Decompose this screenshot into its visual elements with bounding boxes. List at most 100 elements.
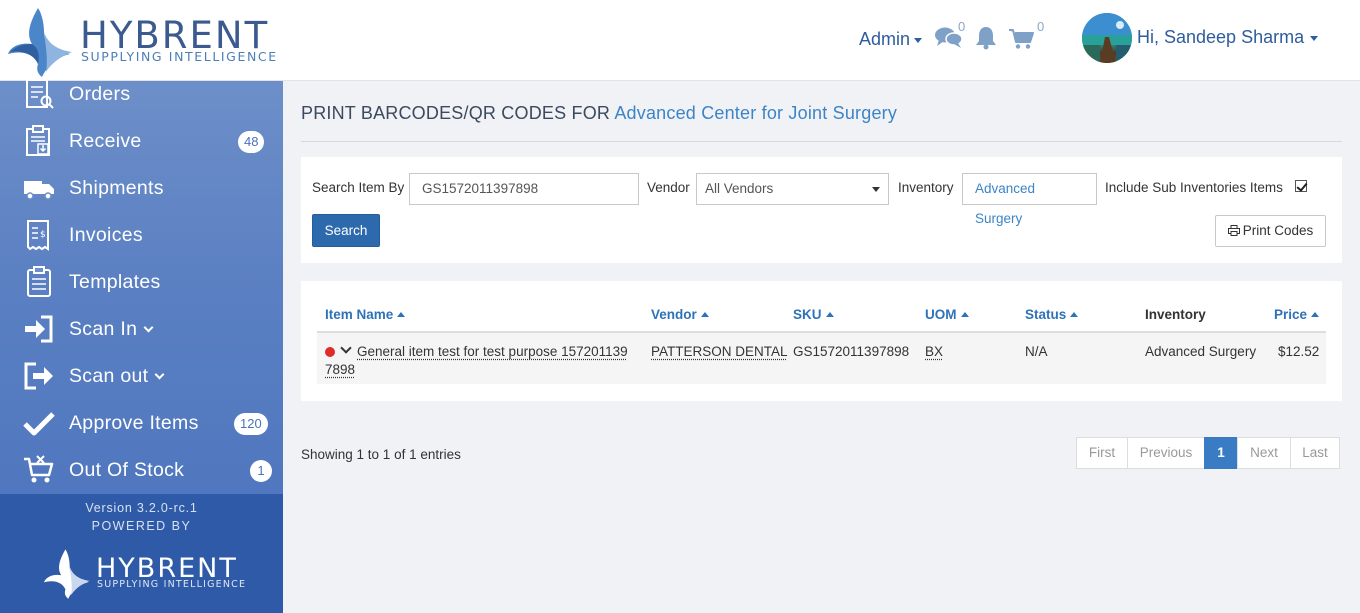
include-sub-inventories-label: Include Sub Inventories Items [1105,180,1283,195]
sidebar-item-label: Out Of Stock [69,459,185,481]
chevron-down-icon [143,322,154,333]
item-name-line-1: General item test for test purpose 15720… [357,344,628,359]
sort-asc-icon [700,312,709,317]
user-greeting: Hi, Sandeep Sharma [1137,27,1305,47]
column-header-sku[interactable]: SKU [793,307,834,322]
price-cell: $12.52 [1278,344,1320,359]
item-name-line-2: 7898 [325,362,356,377]
scan-in-label: Scan In [69,318,138,340]
column-header-status[interactable]: Status [1025,307,1079,322]
hybrent-logo[interactable]: HYBRENT SUPPLYING INTELLIGENCE [8,4,288,78]
column-header-inventory: Inventory [1145,307,1206,322]
column-header-label: SKU [793,307,822,322]
page-title: PRINT BARCODES/QR CODES FOR Advanced Cen… [301,103,897,124]
vendor-select[interactable]: All Vendors [696,173,889,205]
pagination-previous[interactable]: Previous [1127,437,1205,469]
sidebar-item-scan-out[interactable]: Scan out [0,353,283,400]
uom-cell[interactable]: BX [925,343,943,361]
top-header: HYBRENT SUPPLYING INTELLIGENCE Admin 0 0 [0,0,1360,81]
sidebar-item-label: Templates [69,271,161,293]
inventory-label: Inventory [898,180,954,195]
sign-out-icon [24,362,53,390]
column-header-price[interactable]: Price [1274,307,1320,322]
sidebar-item-shipments[interactable]: Shipments [0,165,283,212]
print-codes-button[interactable]: Print Codes [1215,215,1326,247]
clipboard-download-icon [26,125,50,156]
logo-wing-icon [8,8,72,77]
entries-info: Showing 1 to 1 of 1 entries [301,447,461,462]
caret-down-icon [1310,35,1319,41]
out-of-stock-count-badge: 1 [250,460,272,482]
sidebar-item-scan-in[interactable]: Scan In [0,306,283,353]
check-icon [23,412,55,436]
pagination-last[interactable]: Last [1290,437,1340,469]
cart-count: 0 [1037,19,1045,34]
sku-cell: GS1572011397898 [793,344,910,359]
sidebar-item-approve-items[interactable]: Approve Items 120 [0,400,283,447]
cart-remove-icon [24,455,54,483]
page-title-location: Advanced Center for Joint Surgery [614,103,898,123]
print-icon [1227,225,1240,236]
sort-asc-icon [960,312,969,317]
chevron-down-icon [154,369,165,380]
column-header-label: Price [1274,307,1308,322]
print-codes-label: Print Codes [1242,223,1314,238]
admin-menu[interactable]: Admin [859,29,923,50]
caret-down-icon [872,187,880,192]
title-divider [301,141,1342,142]
messages-count: 0 [958,19,966,34]
footer-logo-wing-icon [44,549,90,599]
search-button[interactable]: Search [312,214,380,247]
sort-asc-icon [397,312,406,317]
vendor-cell[interactable]: PATTERSON DENTAL [651,343,788,361]
caret-down-icon [914,37,923,43]
receive-count-badge: 48 [238,131,265,153]
item-name-link[interactable]: General item test for test purpose 15720… [325,343,645,379]
sidebar: Orders Receive 48 Shipments $ Invoices T… [0,79,283,613]
column-header-label: Item Name [325,307,394,322]
scan-out-label: Scan out [69,365,149,387]
column-header-uom[interactable]: UOM [925,307,969,322]
sidebar-item-label: Shipments [69,177,164,199]
svg-text:$: $ [40,230,46,240]
sidebar-item-orders[interactable]: Orders [0,71,283,118]
version-text: Version 3.2.0-rc.1 [85,501,198,515]
column-header-vendor[interactable]: Vendor [651,307,709,322]
bell-icon[interactable] [975,26,997,55]
user-menu[interactable]: Hi, Sandeep Sharma [1137,27,1319,48]
cart-icon[interactable] [1008,28,1034,55]
truck-icon [24,181,54,200]
sidebar-item-invoices[interactable]: $ Invoices [0,212,283,259]
pagination-page-1[interactable]: 1 [1204,437,1238,469]
vendor-select-value: All Vendors [705,181,774,196]
sort-asc-icon [825,312,834,317]
sidebar-item-receive[interactable]: Receive 48 [0,118,283,165]
invoice-icon: $ [27,220,49,251]
pagination-next[interactable]: Next [1237,437,1291,469]
status-cell: N/A [1025,344,1048,359]
sidebar-footer: Version 3.2.0-rc.1 POWERED BY HYBRENT SU… [0,494,283,613]
column-header-item-name[interactable]: Item Name [325,307,406,322]
user-avatar[interactable] [1082,13,1132,63]
page-title-prefix: PRINT BARCODES/QR CODES FOR [301,103,611,123]
pagination: First Previous 1 Next Last [1076,437,1340,469]
sidebar-item-out-of-stock[interactable]: Out Of Stock 1 [0,447,283,494]
orders-icon [26,79,54,109]
sidebar-item-label: Invoices [69,224,143,246]
sidebar-item-templates[interactable]: Templates [0,259,283,306]
include-sub-inventories-checkbox[interactable] [1295,180,1307,192]
inventory-cell: Advanced Surgery [1145,344,1257,359]
inventory-selector[interactable]: Advanced Surgery [962,173,1097,226]
column-header-label: UOM [925,307,957,322]
table-row[interactable]: General item test for test purpose 15720… [317,333,1326,384]
sort-asc-icon [1311,312,1320,317]
vendor-label: Vendor [647,180,690,195]
clipboard-list-icon [27,266,51,297]
approve-count-badge: 120 [234,413,268,435]
column-header-label: Status [1025,307,1067,322]
sidebar-item-label: Approve Items [69,412,199,434]
powered-by-text: POWERED BY [91,519,192,533]
sign-in-icon [25,315,53,343]
pagination-first[interactable]: First [1076,437,1128,469]
search-input[interactable]: GS1572011397898 [409,173,639,205]
